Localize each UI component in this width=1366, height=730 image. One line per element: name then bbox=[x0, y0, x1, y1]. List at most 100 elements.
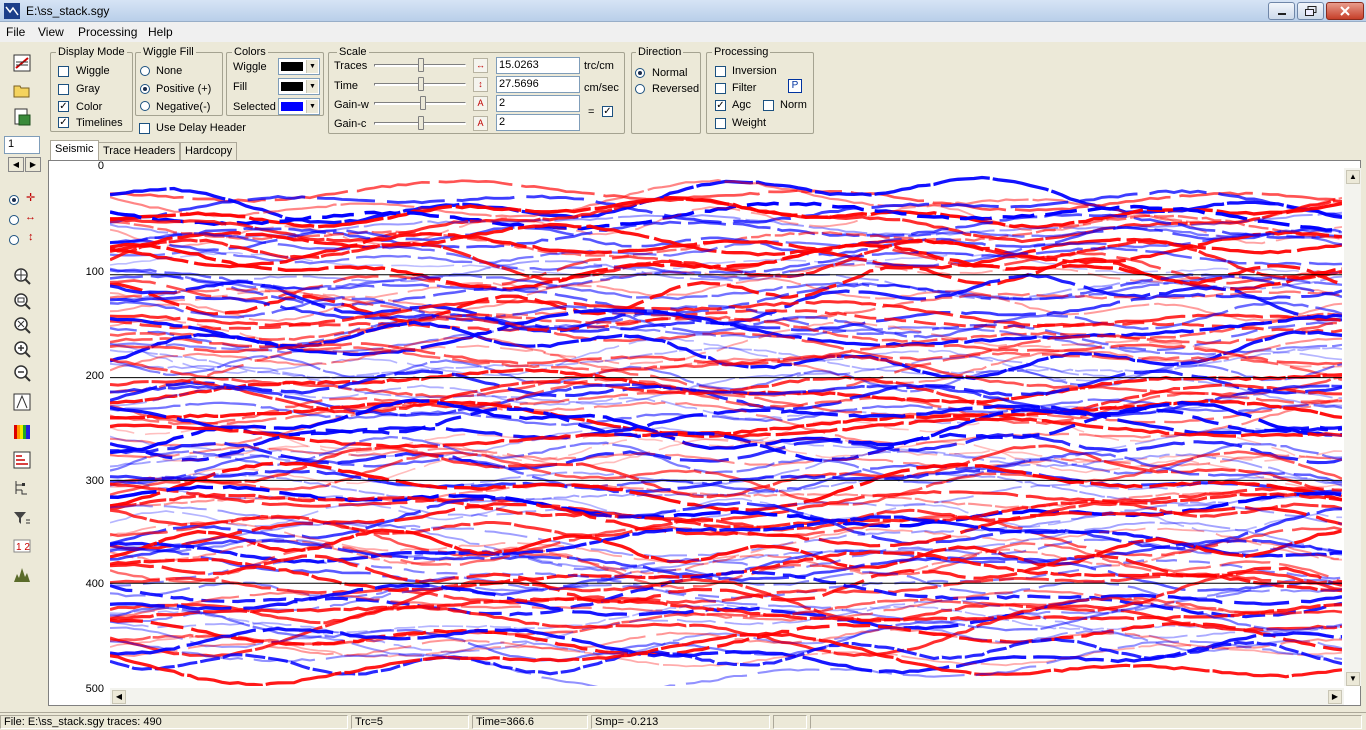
tab-trace-headers[interactable]: Trace Headers bbox=[98, 142, 181, 160]
filter-button[interactable] bbox=[10, 507, 34, 529]
wiggle-fill-title: Wiggle Fill bbox=[141, 46, 196, 58]
chevron-down-icon: ▼ bbox=[306, 80, 318, 93]
fill-positive-radio[interactable] bbox=[140, 84, 150, 94]
amplitude-icon[interactable]: A bbox=[473, 96, 488, 111]
color-palette-icon bbox=[14, 425, 30, 439]
page-next-button[interactable]: ▶ bbox=[25, 157, 41, 172]
norm-checkbox[interactable] bbox=[763, 100, 774, 111]
agc-checkbox[interactable]: ✓ bbox=[715, 100, 726, 111]
chevron-down-icon: ▼ bbox=[306, 100, 318, 113]
colors-title: Colors bbox=[232, 46, 268, 58]
open-file-button[interactable] bbox=[10, 80, 34, 102]
seismic-reflectors bbox=[110, 175, 1342, 686]
zoom-reset-icon bbox=[14, 317, 31, 334]
zoom-reset-button[interactable] bbox=[10, 314, 34, 336]
filter-checkbox[interactable] bbox=[715, 83, 726, 94]
positive-reflector bbox=[110, 179, 1342, 212]
page-number-field[interactable]: 1 bbox=[4, 136, 40, 154]
color-checkbox[interactable]: ✓ bbox=[58, 101, 69, 112]
scroll-left-button[interactable]: ◀ bbox=[112, 690, 126, 704]
fill-none-radio[interactable] bbox=[140, 66, 150, 76]
scroll-right-button[interactable]: ▶ bbox=[1328, 690, 1342, 704]
amplitude-icon[interactable]: A bbox=[473, 116, 488, 131]
gain-w-field[interactable]: 2 bbox=[496, 95, 580, 112]
restore-button[interactable] bbox=[1297, 2, 1324, 20]
zoom-full-button[interactable] bbox=[10, 265, 34, 287]
gain-c-slider-thumb[interactable] bbox=[418, 116, 424, 130]
fill-positive-label: Positive (+) bbox=[156, 83, 212, 95]
save-file-button[interactable] bbox=[10, 106, 34, 128]
minimize-button[interactable] bbox=[1268, 2, 1295, 20]
gain-link-checkbox[interactable]: ✓ bbox=[602, 106, 613, 117]
y-tick-label: 100 bbox=[85, 266, 104, 278]
menu-processing[interactable]: Processing bbox=[78, 25, 137, 39]
color-scale-button[interactable] bbox=[10, 421, 34, 443]
gain-c-field[interactable]: 2 bbox=[496, 114, 580, 131]
timelines-checkbox[interactable]: ✓ bbox=[58, 117, 69, 128]
mode-horizontal-radio[interactable] bbox=[9, 215, 19, 225]
inversion-checkbox[interactable] bbox=[715, 66, 726, 77]
menu-view[interactable]: View bbox=[38, 25, 64, 39]
direction-normal-radio[interactable] bbox=[635, 68, 645, 78]
amplitude-tool-button[interactable] bbox=[10, 391, 34, 413]
menu-bar: File View Processing Help bbox=[0, 22, 1366, 42]
zoom-out-button[interactable] bbox=[10, 362, 34, 384]
header-plot-button[interactable] bbox=[10, 449, 34, 471]
chevron-down-icon: ▼ bbox=[306, 60, 318, 73]
close-button[interactable] bbox=[1326, 2, 1364, 20]
zoom-window-button[interactable] bbox=[10, 290, 34, 312]
use-delay-header-checkbox[interactable] bbox=[139, 123, 150, 134]
scroll-down-button[interactable]: ▼ bbox=[1346, 672, 1360, 686]
scroll-up-button[interactable]: ▲ bbox=[1346, 170, 1360, 184]
fill-color-swatch bbox=[281, 82, 303, 91]
selected-color-select[interactable]: ▼ bbox=[278, 98, 320, 115]
gray-checkbox[interactable] bbox=[58, 84, 69, 95]
color-label: Color bbox=[76, 101, 103, 113]
gray-label: Gray bbox=[76, 83, 100, 95]
traces-label: Traces bbox=[334, 60, 368, 72]
gain-c-label: Gain-c bbox=[334, 118, 367, 130]
time-slider-thumb[interactable] bbox=[418, 77, 424, 91]
spectrum-button[interactable] bbox=[10, 563, 34, 585]
selected-color-swatch bbox=[281, 102, 303, 111]
vertical-arrows-icon[interactable]: ↕ bbox=[473, 77, 488, 92]
amplitude-icon bbox=[13, 393, 31, 411]
filter-icon bbox=[14, 512, 30, 524]
tab-seismic[interactable]: Seismic bbox=[50, 140, 99, 160]
fill-color-select[interactable]: ▼ bbox=[278, 78, 320, 95]
tree-icon bbox=[15, 481, 27, 495]
fill-negative-radio[interactable] bbox=[140, 101, 150, 111]
direction-reversed-radio[interactable] bbox=[635, 84, 645, 94]
mode-vertical-radio[interactable] bbox=[9, 235, 19, 245]
tab-hardcopy[interactable]: Hardcopy bbox=[180, 142, 238, 160]
direction-normal-label: Normal bbox=[652, 67, 688, 79]
clear-plot-icon bbox=[13, 54, 31, 72]
traces-slider-thumb[interactable] bbox=[418, 58, 424, 72]
weight-checkbox[interactable] bbox=[715, 118, 726, 129]
mode-cross-radio[interactable] bbox=[9, 195, 19, 205]
page-prev-button[interactable]: ◀ bbox=[8, 157, 24, 172]
close-icon bbox=[1340, 6, 1350, 16]
menu-file[interactable]: File bbox=[6, 25, 25, 39]
traces-field[interactable]: 15.0263 bbox=[496, 57, 580, 74]
zoom-in-button[interactable] bbox=[10, 338, 34, 360]
horizontal-arrows-icon[interactable]: ↔ bbox=[473, 58, 488, 73]
vertical-scrollbar[interactable] bbox=[1344, 168, 1361, 686]
tree-view-button[interactable] bbox=[10, 477, 34, 499]
p-button[interactable]: P bbox=[788, 79, 802, 93]
folder-open-icon bbox=[13, 85, 30, 98]
menu-help[interactable]: Help bbox=[148, 25, 173, 39]
weight-label: Weight bbox=[732, 117, 767, 129]
time-field[interactable]: 27.5696 bbox=[496, 76, 580, 93]
spectrum-icon bbox=[14, 568, 30, 582]
y-tick-label: 300 bbox=[85, 475, 104, 487]
wiggle-color-select[interactable]: ▼ bbox=[278, 58, 320, 75]
horizontal-scrollbar[interactable] bbox=[110, 688, 1344, 705]
gain-w-slider-thumb[interactable] bbox=[420, 96, 426, 110]
zoom-window-icon bbox=[14, 293, 31, 310]
title-bar: E:\ss_stack.sgy bbox=[0, 0, 1366, 22]
trace-numbers-button[interactable]: 1 2 bbox=[10, 535, 34, 557]
wiggle-checkbox[interactable] bbox=[58, 66, 69, 77]
clear-plot-button[interactable] bbox=[10, 52, 34, 74]
seismic-section[interactable] bbox=[110, 166, 1342, 686]
